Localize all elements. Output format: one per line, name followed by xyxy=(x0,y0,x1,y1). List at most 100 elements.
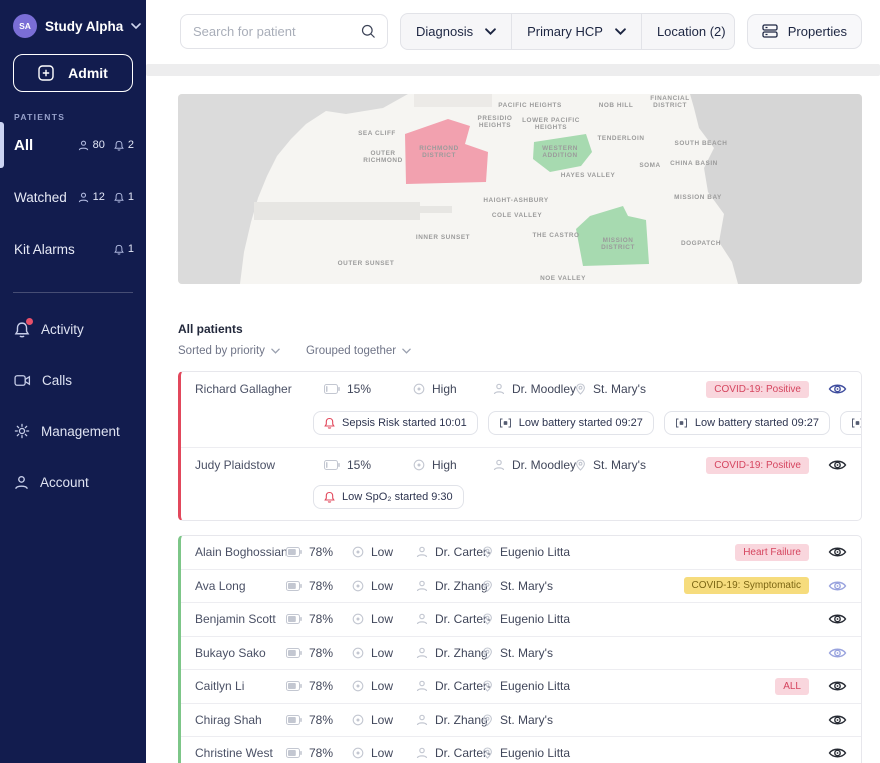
gear-icon xyxy=(14,423,30,439)
priority-icon xyxy=(352,613,364,625)
chevron-down-icon xyxy=(485,28,496,35)
hcp-cell: Dr. Zhang xyxy=(416,646,482,660)
sidebar-item-management[interactable]: Management xyxy=(0,416,146,446)
watch-eye-button[interactable] xyxy=(828,579,847,593)
watch-eye-button[interactable] xyxy=(828,382,847,396)
patient-name: Richard Gallagher xyxy=(195,382,324,396)
map-label: RICHMONDDISTRICT xyxy=(419,145,459,159)
bell-icon xyxy=(114,140,124,151)
sidebar-item-calls[interactable]: Calls xyxy=(0,365,146,395)
watch-eye-button[interactable] xyxy=(828,746,847,760)
alarm-chip[interactable]: Low Batte... xyxy=(840,411,862,435)
person-icon xyxy=(416,680,428,692)
priority-value: High xyxy=(432,382,457,396)
map-svg: SEA CLIFFOUTERRICHMONDRICHMONDDISTRICTPR… xyxy=(178,94,862,284)
map-label: THE CASTRO xyxy=(532,232,579,239)
patient-block: Chirag Shah78%LowDr. ZhangSt. Mary's xyxy=(181,703,861,737)
battery-cell: 15% xyxy=(324,382,413,396)
patient-block: Ava Long78%LowDr. ZhangSt. Mary'sCOVID-1… xyxy=(181,569,861,603)
content-scroll[interactable]: SEA CLIFFOUTERRICHMONDRICHMONDDISTRICTPR… xyxy=(146,76,880,763)
video-icon xyxy=(14,374,31,387)
watch-eye-button[interactable] xyxy=(828,612,847,626)
patient-row[interactable]: Caitlyn Li78%LowDr. Carter-Eugenio Litta… xyxy=(181,670,861,703)
patient-row[interactable]: Christine West78%LowDr. Carter-Eugenio L… xyxy=(181,737,861,763)
watch-eye-button[interactable] xyxy=(828,679,847,693)
search-input[interactable] xyxy=(193,24,353,39)
location-value: St. Mary's xyxy=(500,713,553,727)
watch-eye-button[interactable] xyxy=(828,646,847,660)
watch-eye-button[interactable] xyxy=(828,458,847,472)
person-icon xyxy=(493,383,505,395)
chevron-down-icon xyxy=(131,23,141,29)
battery-cell: 78% xyxy=(286,746,352,760)
patient-block: Bukayo Sako78%LowDr. ZhangSt. Mary's xyxy=(181,636,861,670)
admit-button[interactable]: Admit xyxy=(13,54,133,92)
watch-eye-button[interactable] xyxy=(828,713,847,727)
battery-value: 78% xyxy=(309,612,333,626)
hcp-cell: Dr. Carter- xyxy=(416,679,482,693)
priority-icon xyxy=(352,714,364,726)
priority-cell: Low xyxy=(352,579,416,593)
map-label: NOB HILL xyxy=(599,102,634,109)
filter-diagnosis[interactable]: Diagnosis xyxy=(401,14,511,49)
watch-eye-button[interactable] xyxy=(828,545,847,559)
location-pin-icon xyxy=(482,714,493,726)
sidebar-item-activity[interactable]: Activity xyxy=(0,314,146,344)
kit-battery-icon xyxy=(675,418,688,428)
map-presidio xyxy=(414,94,492,107)
alarm-text: Sepsis Risk started 10:01 xyxy=(342,417,467,429)
filter-label: Primary HCP xyxy=(527,24,603,39)
priority-icon xyxy=(413,459,425,471)
sidebar-item-account[interactable]: Account xyxy=(0,467,146,497)
workspace-switcher[interactable]: SA Study Alpha xyxy=(0,0,146,48)
location-value: St. Mary's xyxy=(500,579,553,593)
hcp-cell: Dr. Zhang xyxy=(416,579,482,593)
search-box xyxy=(180,14,388,49)
collapsed-panel[interactable] xyxy=(146,64,880,76)
sidebar-item-watched[interactable]: Watched 12 1 xyxy=(0,182,146,212)
sidebar-item-all[interactable]: All 80 2 xyxy=(0,130,146,160)
alarm-chip[interactable]: Low SpO₂ started 9:30 xyxy=(313,485,464,509)
list-header: All patients Sorted by priority Grouped … xyxy=(178,322,862,357)
grouped-by-label: Grouped together xyxy=(306,345,396,357)
alarm-chip[interactable]: Low battery started 09:27 xyxy=(488,411,654,435)
person-icon xyxy=(416,580,428,592)
patient-block: Benjamin Scott78%LowDr. Carter-Eugenio L… xyxy=(181,602,861,636)
alert-dot xyxy=(26,318,33,325)
patient-row[interactable]: Alain Boghossian78%LowDr. Carter-Eugenio… xyxy=(181,536,861,569)
priority-value: High xyxy=(432,458,457,472)
patient-row[interactable]: Benjamin Scott78%LowDr. Carter-Eugenio L… xyxy=(181,603,861,636)
bell-icon xyxy=(324,491,335,503)
location-cell: Eugenio Litta xyxy=(482,679,775,693)
patient-row[interactable]: Judy Plaidstow15%HighDr. MoodleySt. Mary… xyxy=(181,448,861,482)
battery-icon xyxy=(286,748,302,758)
sort-controls: Sorted by priority Grouped together xyxy=(178,345,862,357)
filter-group: Diagnosis Primary HCP Location (2) xyxy=(400,13,735,50)
location-cell: St. Mary's xyxy=(482,579,684,593)
filter-location[interactable]: Location (2) xyxy=(641,14,735,49)
alarm-chip[interactable]: Sepsis Risk started 10:01 xyxy=(313,411,478,435)
location-value: Eugenio Litta xyxy=(500,746,570,760)
workspace-name: Study Alpha xyxy=(45,19,123,34)
map-label: MISSION BAY xyxy=(674,194,722,201)
patient-row[interactable]: Chirag Shah78%LowDr. ZhangSt. Mary's xyxy=(181,704,861,737)
patient-row[interactable]: Ava Long78%LowDr. ZhangSt. Mary'sCOVID-1… xyxy=(181,570,861,603)
patient-row[interactable]: Richard Gallagher15%HighDr. MoodleySt. M… xyxy=(181,372,861,406)
location-pin-icon xyxy=(482,680,493,692)
filter-primary-hcp[interactable]: Primary HCP xyxy=(511,14,641,49)
patient-name: Judy Plaidstow xyxy=(195,458,324,472)
alarm-count: 1 xyxy=(114,243,134,255)
location-value: Eugenio Litta xyxy=(500,545,570,559)
sorted-by-dropdown[interactable]: Sorted by priority xyxy=(178,345,280,357)
patient-row[interactable]: Bukayo Sako78%LowDr. ZhangSt. Mary's xyxy=(181,637,861,670)
active-indicator xyxy=(0,122,4,168)
properties-button[interactable]: Properties xyxy=(747,14,862,49)
search-icon xyxy=(361,24,376,39)
priority-value: Low xyxy=(371,646,393,660)
grouped-by-dropdown[interactable]: Grouped together xyxy=(306,345,411,357)
location-pin-icon xyxy=(575,459,586,471)
sidebar-item-kit-alarms[interactable]: Kit Alarms 1 xyxy=(0,234,146,264)
priority-value: Low xyxy=(371,545,393,559)
alarm-chip[interactable]: Low battery started 09:27 xyxy=(664,411,830,435)
bell-icon xyxy=(114,192,124,203)
